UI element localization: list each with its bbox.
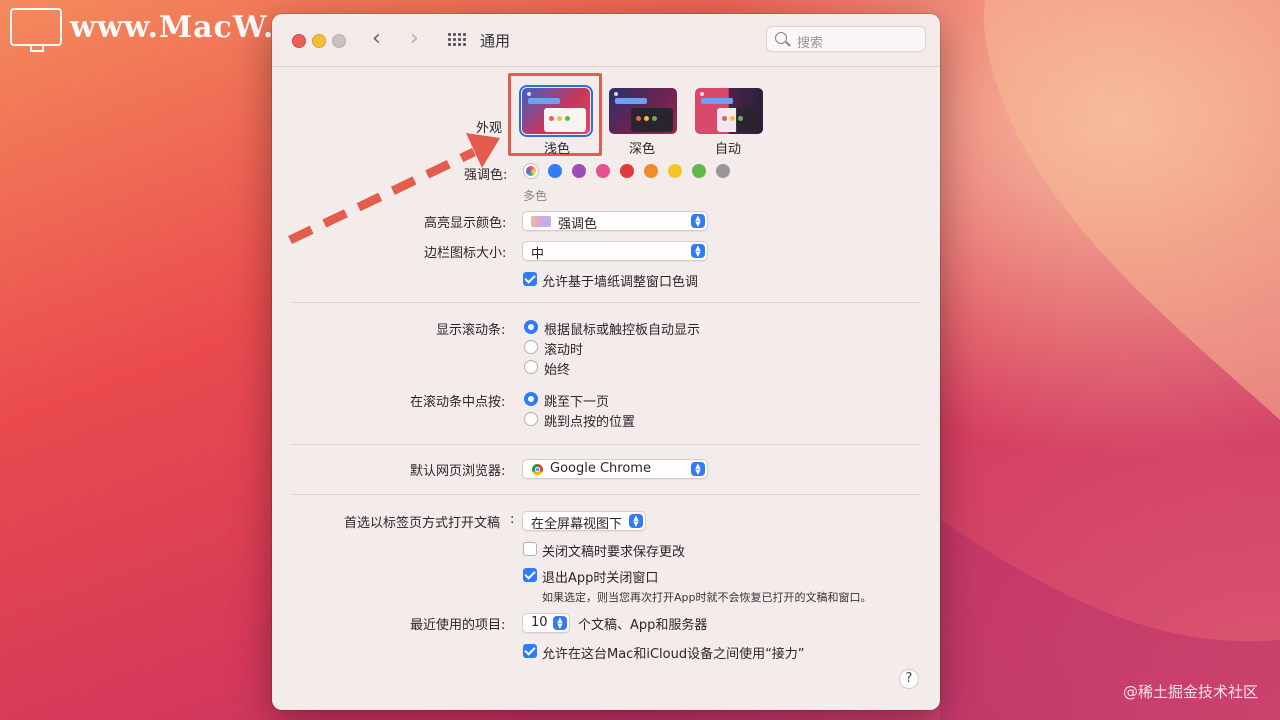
click-next-page-radio[interactable] xyxy=(524,392,538,406)
search-input[interactable]: 搜索 xyxy=(766,26,926,52)
separator xyxy=(292,302,920,303)
search-icon xyxy=(775,32,787,44)
wallpaper-tint-checkbox[interactable] xyxy=(523,272,537,286)
appearance-auto-label: 自动 xyxy=(715,142,742,157)
titlebar: ‹ › 通用 搜索 xyxy=(272,14,940,67)
recent-items-label: 最近使用的项目: xyxy=(410,618,506,633)
appearance-label: 外观 xyxy=(476,121,503,136)
close-windows-label: 退出App时关闭窗口 xyxy=(542,571,659,586)
sidebar-icon-size-popup[interactable]: 中 ▲ ▼ xyxy=(522,241,708,262)
accent-green-swatch[interactable] xyxy=(692,164,706,178)
scrollbars-always-radio[interactable] xyxy=(524,360,538,374)
click-next-page-label: 跳至下一页 xyxy=(544,395,610,410)
recent-items-popup[interactable]: 10 ▲ ▼ xyxy=(522,613,570,633)
popup-arrows-icon: ▲ ▼ xyxy=(553,616,567,630)
chrome-icon xyxy=(532,464,543,475)
click-jump-label: 跳到点按的位置 xyxy=(544,415,636,430)
accent-label: 强调色: xyxy=(464,168,508,183)
appearance-auto-option[interactable] xyxy=(695,88,763,134)
popup-arrows-icon: ▲ ▼ xyxy=(691,214,705,228)
search-placeholder: 搜索 xyxy=(797,36,824,51)
highlight-swatch-icon xyxy=(531,216,551,227)
close-windows-note: 如果选定，则当您再次打开App时就不会恢复已打开的文稿和窗口。 xyxy=(542,591,872,604)
sidebar-icon-size-label: 边栏图标大小: xyxy=(424,246,507,261)
ask-save-label: 关闭文稿时要求保存更改 xyxy=(542,545,686,560)
handoff-checkbox[interactable] xyxy=(523,644,537,658)
scrollbars-always-label: 始终 xyxy=(544,363,571,378)
scrollbars-auto-radio[interactable] xyxy=(524,320,538,334)
accent-purple-swatch[interactable] xyxy=(572,164,586,178)
accent-caption: 多色 xyxy=(523,189,548,203)
prefer-tabs-value: 在全屏幕视图下 xyxy=(531,517,623,532)
click-scrollbar-label: 在滚动条中点按: xyxy=(410,395,506,410)
recent-items-value: 10 xyxy=(531,615,548,630)
popup-arrows-icon: ▲ ▼ xyxy=(691,244,705,258)
close-window-button[interactable] xyxy=(292,34,306,48)
monitor-logo-icon xyxy=(10,8,62,52)
back-chevron-icon[interactable]: ‹ xyxy=(372,28,381,50)
popup-arrows-icon: ▲ ▼ xyxy=(629,514,643,528)
default-browser-value: Google Chrome xyxy=(550,461,651,476)
window-title: 通用 xyxy=(480,32,511,50)
accent-yellow-swatch[interactable] xyxy=(668,164,682,178)
zoom-window-button[interactable] xyxy=(332,34,346,48)
accent-graphite-swatch[interactable] xyxy=(716,164,730,178)
accent-orange-swatch[interactable] xyxy=(644,164,658,178)
click-jump-radio[interactable] xyxy=(524,412,538,426)
recent-items-suffix: 个文稿、App和服务器 xyxy=(578,618,708,633)
handoff-label: 允许在这台Mac和iCloud设备之间使用“接力” xyxy=(542,647,805,662)
appearance-dark-option[interactable] xyxy=(609,88,677,134)
default-browser-label: 默认网页浏览器: xyxy=(410,464,506,479)
preferences-window: ‹ › 通用 搜索 外观 浅色 深色 自动 强调色: 多色 高亮显示颜色: 强调… xyxy=(272,14,940,710)
scrollbars-scrolling-label: 滚动时 xyxy=(544,343,584,358)
highlight-value: 强调色 xyxy=(558,217,598,232)
accent-pink-swatch[interactable] xyxy=(596,164,610,178)
highlight-label: 高亮显示颜色: xyxy=(424,216,507,231)
close-windows-checkbox[interactable] xyxy=(523,568,537,582)
prefer-tabs-popup[interactable]: 在全屏幕视图下 ▲ ▼ xyxy=(522,511,646,532)
appearance-dark-label: 深色 xyxy=(629,142,656,157)
credit-text: @稀土掘金技术社区 xyxy=(1122,683,1258,701)
popup-arrows-icon: ▲ ▼ xyxy=(691,462,705,476)
appearance-light-option[interactable] xyxy=(519,85,593,137)
minimize-window-button[interactable] xyxy=(312,34,326,48)
wallpaper-tint-label: 允许基于墙纸调整窗口色调 xyxy=(542,275,699,290)
separator xyxy=(292,444,920,445)
appearance-light-label: 浅色 xyxy=(544,142,571,157)
ask-save-checkbox[interactable] xyxy=(523,542,537,556)
default-browser-popup[interactable]: Google Chrome ▲ ▼ xyxy=(522,459,708,479)
highlight-color-popup[interactable]: 强调色 ▲ ▼ xyxy=(522,211,708,232)
forward-chevron-icon[interactable]: › xyxy=(410,28,419,50)
prefer-tabs-label: 首选以标签页方式打开文稿 xyxy=(344,516,501,531)
show-scrollbars-label: 显示滚动条: xyxy=(436,323,506,338)
sidebar-icon-size-value: 中 xyxy=(531,247,545,262)
separator xyxy=(292,494,920,495)
scrollbars-auto-label: 根据鼠标或触控板自动显示 xyxy=(544,323,701,338)
help-button[interactable]: ? xyxy=(899,669,919,689)
accent-multicolor-swatch[interactable] xyxy=(524,164,538,178)
scrollbars-scrolling-radio[interactable] xyxy=(524,340,538,354)
show-all-grid-icon[interactable] xyxy=(448,33,466,47)
accent-red-swatch[interactable] xyxy=(620,164,634,178)
accent-blue-swatch[interactable] xyxy=(548,164,562,178)
